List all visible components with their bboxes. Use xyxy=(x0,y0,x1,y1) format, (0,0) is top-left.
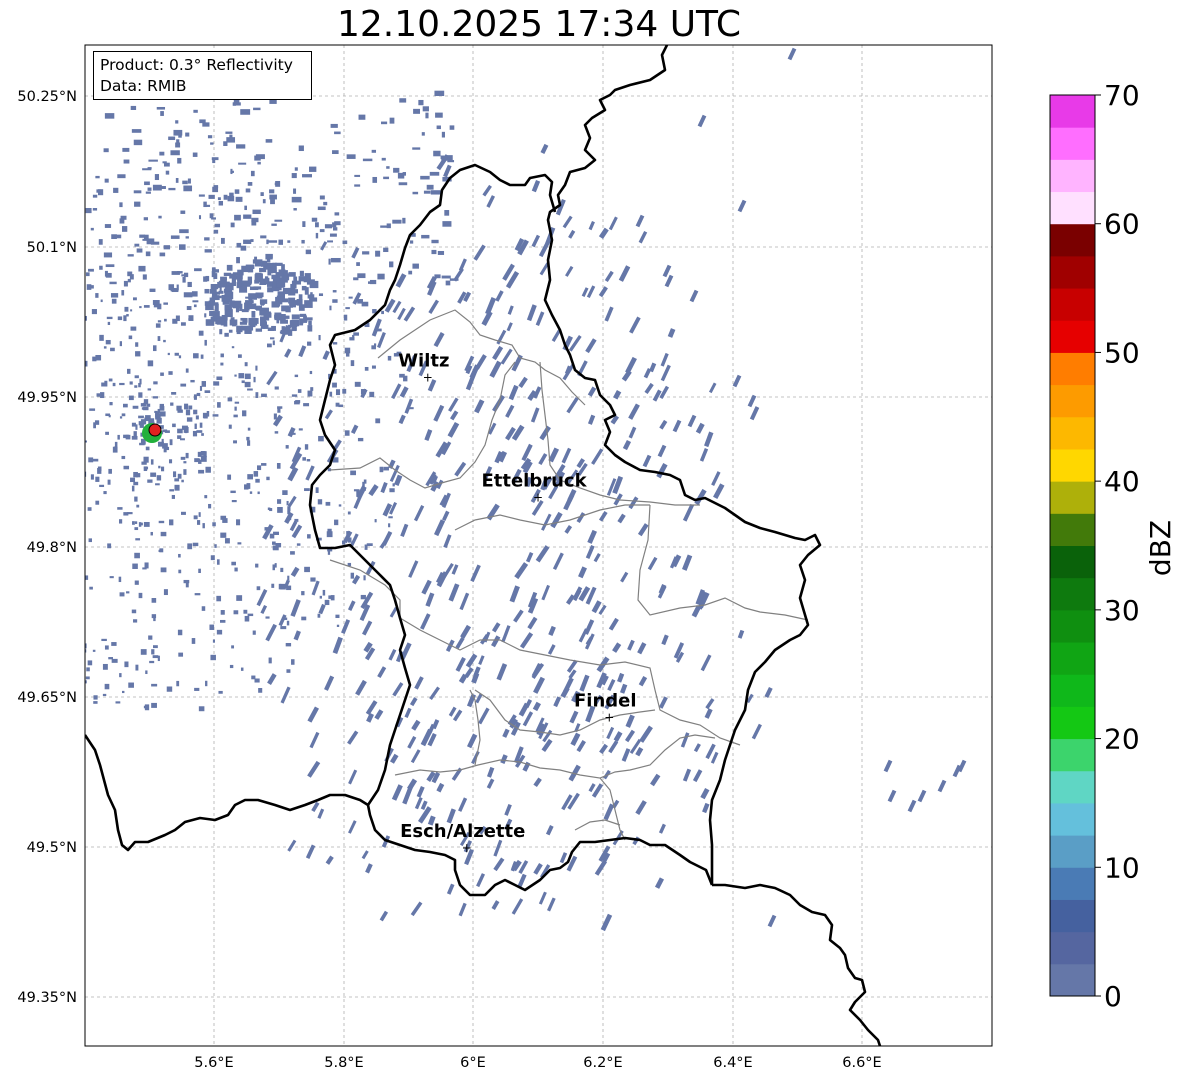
colorbar-segment xyxy=(1050,352,1095,386)
colorbar-tick-label: 20 xyxy=(1104,723,1140,756)
colorbar-tick-label: 30 xyxy=(1104,594,1140,627)
colorbar-segment xyxy=(1050,384,1095,418)
info-box: Product: 0.3° Reflectivity Data: RMIB xyxy=(93,51,312,100)
colorbar-segment xyxy=(1050,191,1095,225)
colorbar-segment xyxy=(1050,770,1095,804)
colorbar-segment xyxy=(1050,95,1095,128)
lon-label: 5.6°E xyxy=(194,1055,233,1071)
lon-label: 6.6°E xyxy=(842,1055,881,1071)
colorbar-segment xyxy=(1050,867,1095,900)
city-label: Findel xyxy=(574,691,637,712)
colorbar-segment xyxy=(1050,320,1095,353)
lat-label: 49.65°N xyxy=(17,690,77,706)
colorbar-segment xyxy=(1050,706,1095,740)
colorbar-segment xyxy=(1050,159,1095,193)
colorbar-segment xyxy=(1050,416,1095,450)
colorbar-segment xyxy=(1050,127,1095,160)
city-label: Esch/Alzette xyxy=(400,821,525,842)
colorbar-segment xyxy=(1050,642,1095,675)
product-text: Product: 0.3° Reflectivity xyxy=(100,56,293,74)
colorbar-segment xyxy=(1050,288,1095,321)
colorbar-tick-label: 10 xyxy=(1104,851,1140,884)
colorbar xyxy=(1050,95,1095,997)
lat-label: 49.35°N xyxy=(17,990,77,1006)
lat-label: 49.95°N xyxy=(17,390,77,406)
colorbar-segment xyxy=(1050,481,1095,514)
colorbar-tick-label: 40 xyxy=(1104,465,1140,498)
radar-site-marker xyxy=(142,423,162,443)
longitude-labels: 5.6°E 5.8°E 6°E 6.2°E 6.4°E 6.6°E xyxy=(194,1055,881,1071)
colorbar-segment xyxy=(1050,963,1095,997)
colorbar-segment xyxy=(1050,577,1095,611)
lon-label: 5.8°E xyxy=(324,1055,363,1071)
colorbar-segment xyxy=(1050,802,1095,836)
city-marker: + xyxy=(533,490,543,504)
colorbar-tick-label: 70 xyxy=(1104,79,1140,112)
colorbar-ticks: 0 10 20 30 40 50 60 70 xyxy=(1095,79,1140,1013)
city-marker: + xyxy=(604,711,614,725)
lon-label: 6°E xyxy=(460,1055,486,1071)
lon-label: 6.2°E xyxy=(583,1055,622,1071)
city-label: Wiltz xyxy=(398,350,449,371)
colorbar-tick-label: 60 xyxy=(1104,208,1140,241)
colorbar-segment xyxy=(1050,899,1095,933)
lat-label: 50.1°N xyxy=(27,240,77,256)
city-marker: + xyxy=(462,841,472,855)
colorbar-segment xyxy=(1050,835,1095,868)
radar-map: +Wiltz+Ettelbruck+Findel+Esch/Alzette 50… xyxy=(17,44,1177,1071)
colorbar-segment xyxy=(1050,513,1095,546)
colorbar-segment xyxy=(1050,738,1095,772)
city-marker: + xyxy=(423,370,433,384)
colorbar-segment xyxy=(1050,223,1095,257)
lat-label: 50.25°N xyxy=(17,89,77,105)
lat-label: 49.5°N xyxy=(27,840,77,856)
colorbar-segment xyxy=(1050,255,1095,289)
lat-label: 49.8°N xyxy=(27,540,77,556)
colorbar-segment xyxy=(1050,609,1095,643)
city-label: Ettelbruck xyxy=(481,470,587,491)
colorbar-segment xyxy=(1050,931,1095,965)
colorbar-tick-label: 0 xyxy=(1104,980,1122,1013)
colorbar-unit-label: dBZ xyxy=(1144,520,1177,576)
colorbar-segment xyxy=(1050,448,1095,482)
latitude-labels: 50.25°N 50.1°N 49.95°N 49.8°N 49.65°N 49… xyxy=(17,89,77,1006)
source-text: Data: RMIB xyxy=(100,77,187,95)
lon-label: 6.4°E xyxy=(713,1055,752,1071)
colorbar-segment xyxy=(1050,674,1095,707)
map-area xyxy=(85,45,992,1046)
colorbar-tick-label: 50 xyxy=(1104,336,1140,369)
colorbar-segment xyxy=(1050,545,1095,579)
